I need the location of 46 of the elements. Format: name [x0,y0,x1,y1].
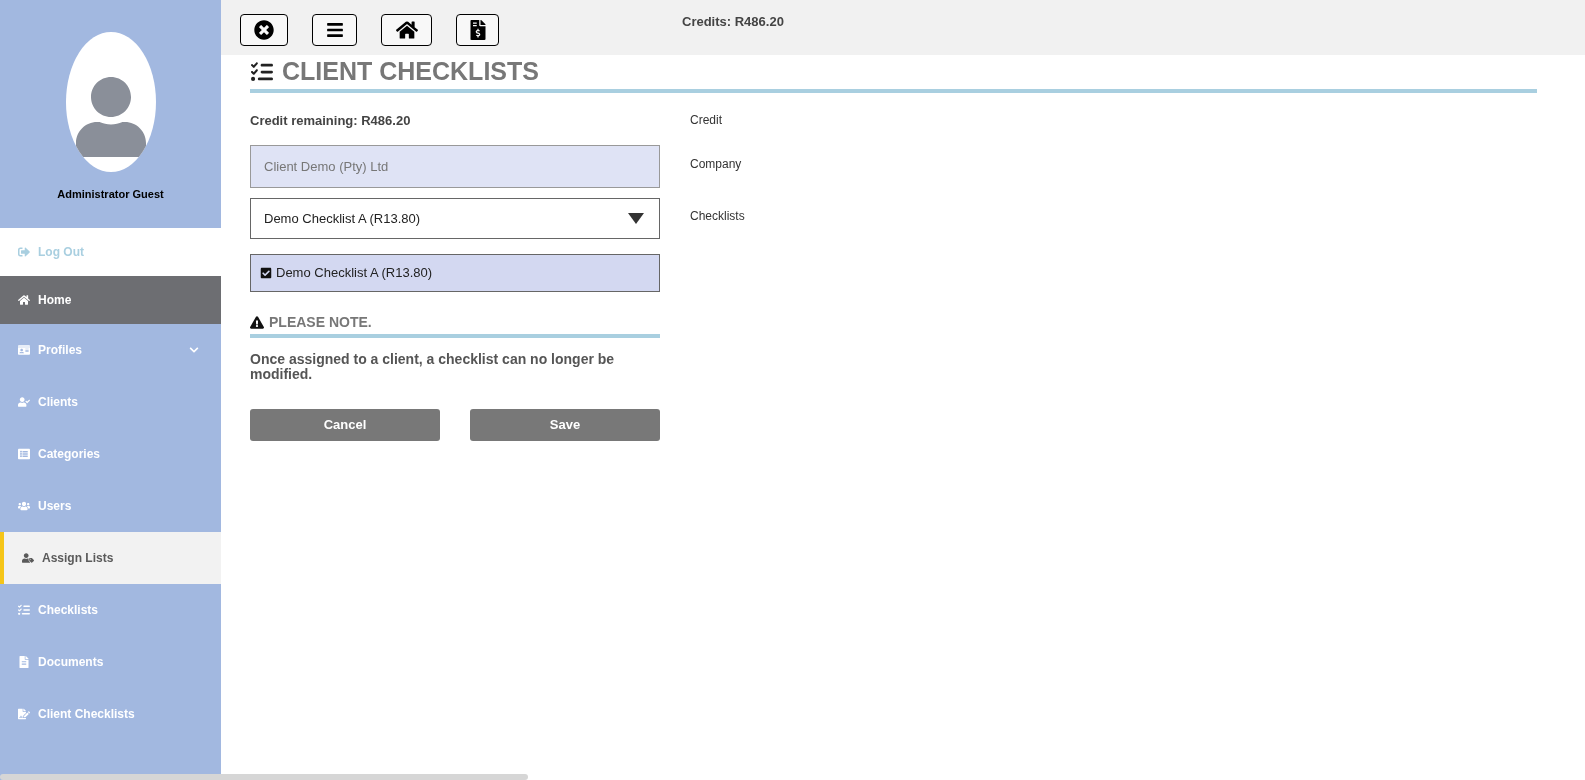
logout-icon [18,246,30,258]
sidebar-item[interactable]: Home [0,276,221,324]
checklist-dropdown[interactable]: Demo Checklist A (R13.80) [250,198,660,239]
users-icon [18,500,30,512]
id-card-icon [18,344,30,356]
sidebar-item[interactable]: Client Checklists [0,688,221,740]
action-button[interactable]: Save [470,409,660,441]
caret-icon [628,213,644,224]
sidebar-item[interactable]: Clients [0,376,221,428]
user-check-icon [18,396,30,408]
invoice-button[interactable] [456,14,499,46]
user-name: Administrator Guest [57,187,164,202]
sidebar-item[interactable]: Log Out [0,228,221,276]
field-label: Checklists [690,208,745,225]
sidebar-item[interactable]: Categories [0,428,221,480]
user-tag-icon [22,552,34,564]
sidebar-item[interactable]: Documents [0,636,221,688]
home-icon [18,294,30,306]
sidebar-item[interactable]: Checklists [0,584,221,636]
checklist-label: Demo Checklist A (R13.80) [276,264,433,283]
close-button[interactable] [240,14,288,46]
checklist-icon [250,61,274,83]
menu-icon [325,21,344,39]
document-signature-icon [18,708,30,720]
list-icon [18,448,30,460]
document-icon [18,656,30,668]
sidebar-item[interactable]: Assign Lists [0,532,221,584]
page-title: CLIENT CHECKLISTS [282,56,539,88]
chevron-icon [189,345,199,355]
credit-remaining: Credit remaining: R486.20 [250,112,412,130]
checklist-icon [18,604,30,616]
field-label: Company [690,156,743,173]
menu-button[interactable] [312,14,357,46]
note-title: PLEASE NOTE. [269,313,372,332]
home-button[interactable] [381,14,432,46]
sidebar-item[interactable]: Profiles [0,324,221,376]
action-button[interactable]: Cancel [250,409,440,441]
close-icon [254,20,274,40]
home-icon [395,19,418,41]
credits-text: Credits: R486.20 [682,13,784,31]
invoice-icon [469,20,486,40]
field-label: Credit [690,112,723,129]
warning-icon [250,316,264,329]
sidebar-item[interactable]: Users [0,480,221,532]
note-text: Once assigned to a client, a checklist can no longer be modified. [250,352,616,382]
checkbox[interactable] [260,267,272,279]
